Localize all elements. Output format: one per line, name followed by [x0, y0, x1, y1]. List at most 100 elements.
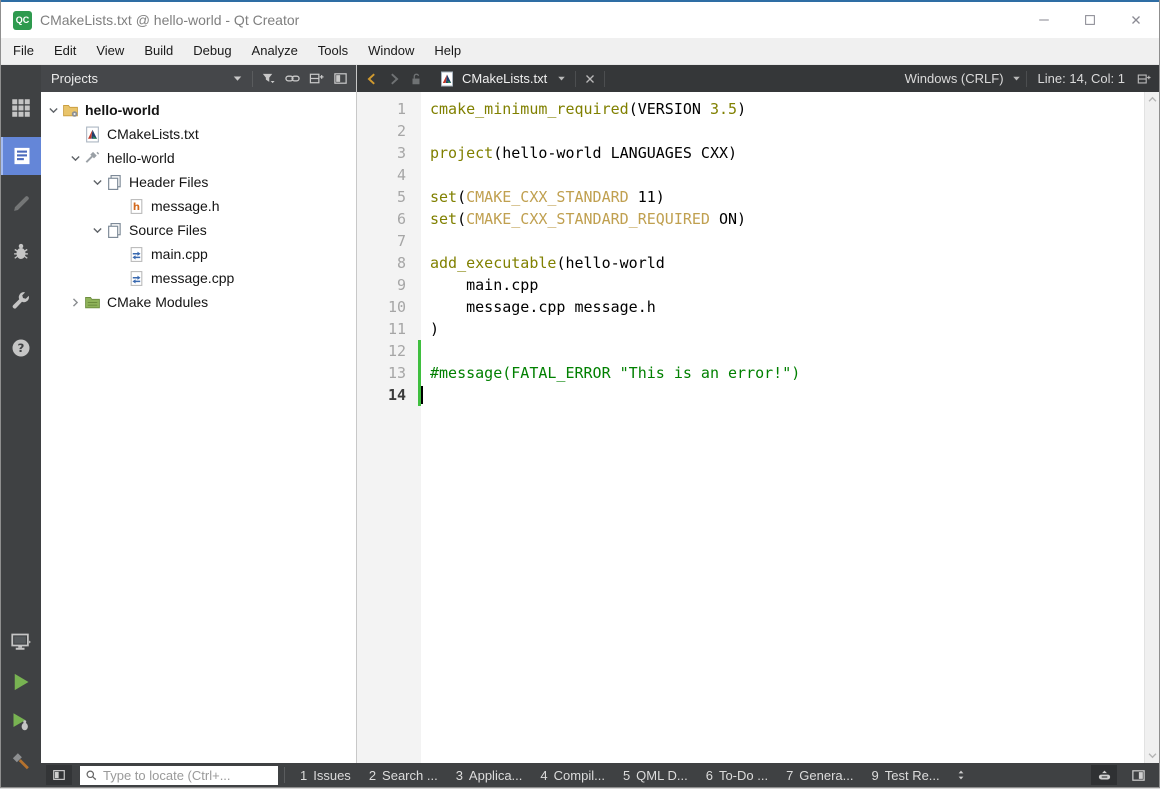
toggle-right-sidebar-button[interactable]: [1125, 765, 1151, 785]
tree-item-hello-world[interactable]: hello-world: [41, 146, 356, 170]
tree-item-cmake-modules[interactable]: CMake Modules: [41, 290, 356, 314]
sync-with-editor-button[interactable]: [280, 68, 304, 90]
tree-chevron-down-icon[interactable]: [89, 174, 106, 190]
nav-back-button[interactable]: [361, 68, 383, 90]
tabbar-separator: [575, 70, 577, 87]
pane-selector-dropdown[interactable]: [225, 68, 249, 90]
tree-item-source-files[interactable]: Source Files: [41, 218, 356, 242]
tab-dropdown-icon[interactable]: [555, 72, 568, 85]
line-ending-selector[interactable]: Windows (CRLF): [905, 71, 1023, 86]
line-number[interactable]: 6: [357, 208, 421, 230]
sidebar-item-projects[interactable]: [1, 281, 41, 319]
output-pane-5[interactable]: 5 QML D...: [614, 763, 697, 787]
build-button[interactable]: [1, 745, 41, 779]
tree-item-message-cpp[interactable]: message.cpp: [41, 266, 356, 290]
projects-pane-title[interactable]: Projects: [51, 71, 225, 86]
menu-item-analyze[interactable]: Analyze: [242, 38, 308, 64]
filter-icon: [261, 71, 276, 86]
sidebar-item-debug[interactable]: [1, 233, 41, 271]
code-line-1: cmake_minimum_required(VERSION 3.5): [430, 98, 1144, 120]
line-number[interactable]: 14: [357, 384, 421, 406]
header-file-icon: h: [128, 198, 145, 215]
line-number[interactable]: 4: [357, 164, 421, 186]
debug-run-button[interactable]: [1, 705, 41, 739]
line-number[interactable]: 3: [357, 142, 421, 164]
code-segment: #message(FATAL_ERROR "This is an error!"…: [430, 364, 801, 382]
code-area[interactable]: cmake_minimum_required(VERSION 3.5) proje…: [421, 92, 1144, 763]
line-number[interactable]: 7: [357, 230, 421, 252]
editor-scrollbar[interactable]: [1144, 92, 1159, 763]
modules-folder-icon: [84, 294, 101, 311]
menu-item-build[interactable]: Build: [134, 38, 183, 64]
nav-forward-button[interactable]: [383, 68, 405, 90]
output-pane-6[interactable]: 6 To-Do ...: [697, 763, 777, 787]
tree-chevron-down-icon[interactable]: [89, 222, 106, 238]
output-pane-buttons: 1 Issues 2 Search ... 3 Applica... 4 Compil... 5…: [291, 763, 949, 787]
tree-item-main-cpp[interactable]: main.cpp: [41, 242, 356, 266]
lock-open-icon: [409, 72, 423, 86]
locator-input[interactable]: Type to locate (Ctrl+...: [80, 765, 278, 785]
sidebar-item-design[interactable]: [1, 185, 41, 223]
output-pane-2[interactable]: 2 Search ...: [360, 763, 447, 787]
line-number[interactable]: 12: [357, 340, 421, 362]
collapse-panel-icon: [333, 71, 348, 86]
line-number-gutter[interactable]: 1 2 3 4 5 6 7 8 9 10 11 12 13 14: [357, 92, 421, 763]
split-editor-button[interactable]: [1133, 68, 1155, 90]
pane-number: 9: [871, 767, 879, 783]
toggle-left-sidebar-button[interactable]: [46, 765, 72, 785]
output-pane-3[interactable]: 3 Applica...: [447, 763, 532, 787]
window-title: CMakeLists.txt @ hello-world - Qt Creato…: [40, 12, 300, 28]
line-number[interactable]: 5: [357, 186, 421, 208]
bug-icon: [11, 242, 31, 262]
menu-item-window[interactable]: Window: [358, 38, 424, 64]
output-pane-4[interactable]: 4 Compil...: [531, 763, 614, 787]
tree-item-cmakelists-txt[interactable]: CMakeLists.txt: [41, 122, 356, 146]
menu-item-file[interactable]: File: [3, 38, 44, 64]
menu-item-edit[interactable]: Edit: [44, 38, 86, 64]
menu-item-tools[interactable]: Tools: [308, 38, 358, 64]
maximize-button[interactable]: [1067, 2, 1113, 38]
line-number[interactable]: 11: [357, 318, 421, 340]
sidebar-item-welcome[interactable]: [1, 89, 41, 127]
filter-button[interactable]: [256, 68, 280, 90]
sidebar-item-help[interactable]: ?: [1, 329, 41, 367]
tree-item-hello-world[interactable]: hello-world: [41, 98, 356, 122]
menu-item-help[interactable]: Help: [424, 38, 471, 64]
line-number[interactable]: 9: [357, 274, 421, 296]
pane-number: 5: [622, 767, 631, 783]
tree-chevron-right-icon[interactable]: [67, 294, 84, 310]
tab-close-button[interactable]: [579, 68, 601, 90]
tree-chevron-down-icon[interactable]: [67, 150, 84, 166]
sidebar-item-edit[interactable]: [1, 137, 41, 175]
run-button[interactable]: [1, 665, 41, 699]
split-panel-button[interactable]: [304, 68, 328, 90]
line-number[interactable]: 1: [357, 98, 421, 120]
tab-cmakelists[interactable]: CMakeLists.txt: [435, 65, 572, 92]
menu-item-debug[interactable]: Debug: [183, 38, 241, 64]
line-number[interactable]: 10: [357, 296, 421, 318]
minimize-button[interactable]: [1021, 2, 1067, 38]
output-pane-9[interactable]: 9 Test Re...: [863, 763, 949, 787]
project-folder-icon: [62, 102, 79, 119]
maximize-output-pane-button[interactable]: [1091, 765, 1117, 785]
output-pane-1[interactable]: 1 Issues: [291, 763, 360, 787]
line-number[interactable]: 2: [357, 120, 421, 142]
statusbar-separator: [284, 767, 285, 783]
kit-selector-button[interactable]: [1, 625, 41, 659]
editor-tab-bar: CMakeLists.txt Windows (CRLF) Line: 14, …: [357, 65, 1159, 92]
tree-item-header-files[interactable]: Header Files: [41, 170, 356, 194]
tree-item-message-h[interactable]: h message.h: [41, 194, 356, 218]
code-segment: message.cpp message.h: [430, 298, 656, 316]
scroll-up-icon[interactable]: [1147, 94, 1158, 105]
output-pane-7[interactable]: 7 Genera...: [777, 763, 862, 787]
close-button[interactable]: [1113, 2, 1159, 38]
line-number[interactable]: 8: [357, 252, 421, 274]
close-panel-button[interactable]: [328, 68, 352, 90]
pane-cycle-button[interactable]: [951, 765, 971, 785]
line-number[interactable]: 13: [357, 362, 421, 384]
menu-item-view[interactable]: View: [86, 38, 134, 64]
lock-button[interactable]: [405, 68, 427, 90]
scroll-down-icon[interactable]: [1147, 750, 1158, 761]
tree-chevron-down-icon[interactable]: [45, 102, 62, 118]
